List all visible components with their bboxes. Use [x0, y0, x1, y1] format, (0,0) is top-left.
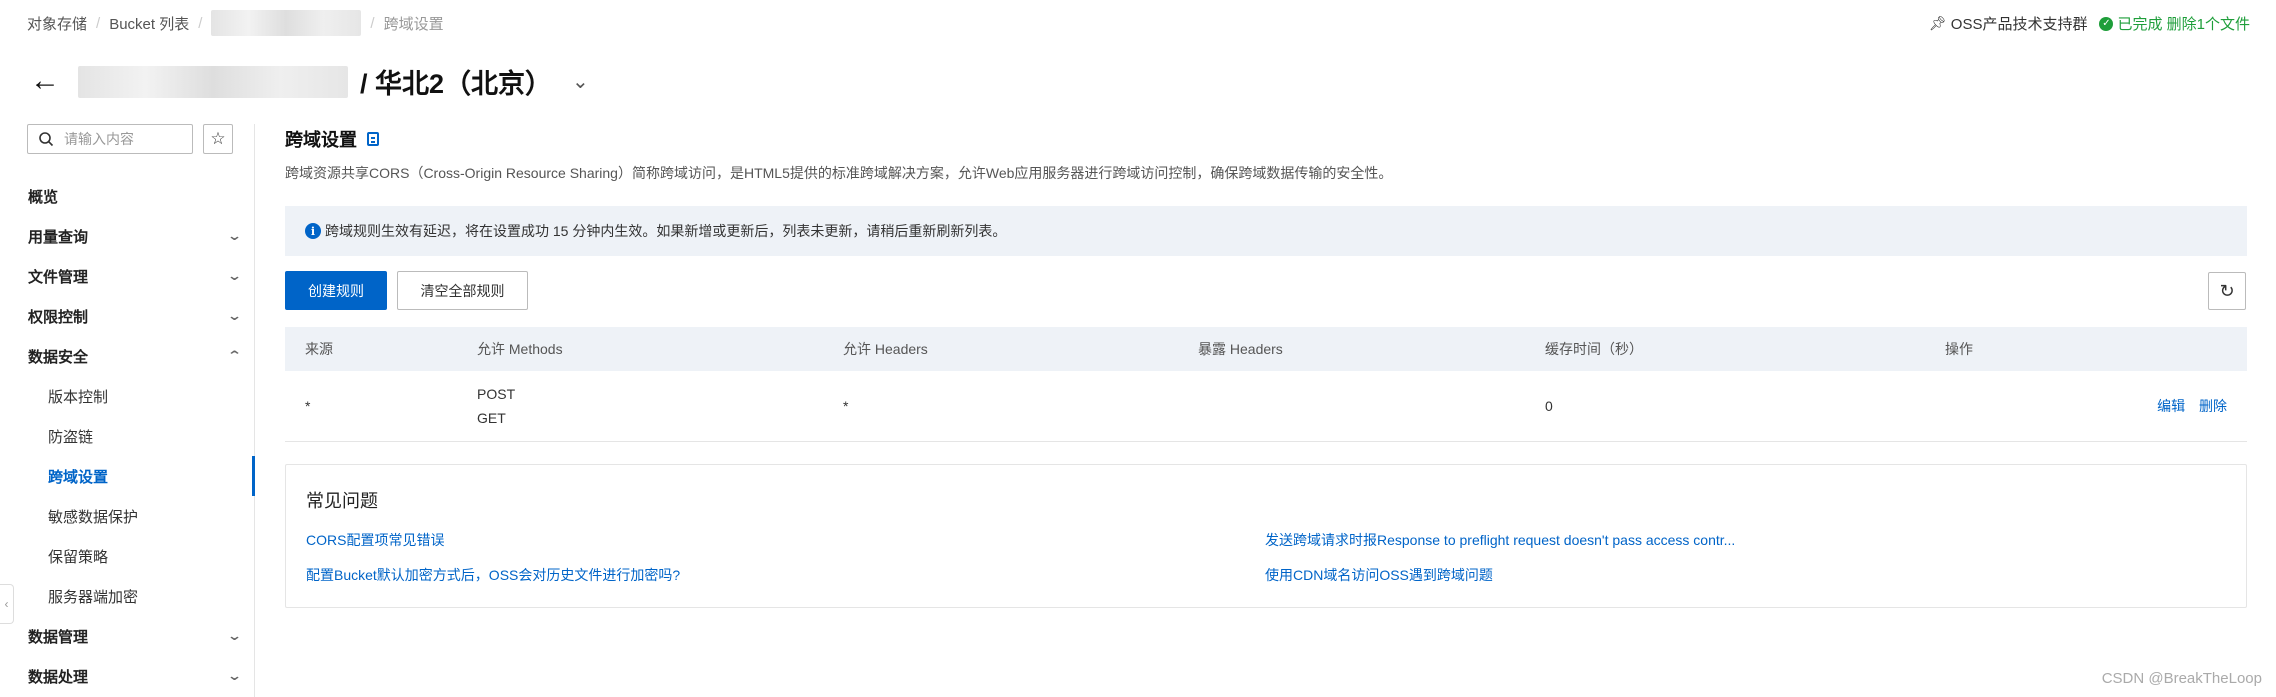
sidebar-item-hotlink[interactable]: 防盗链	[0, 416, 254, 456]
support-group-link[interactable]: OSS产品技术支持群	[1951, 13, 2088, 34]
sidebar-nav: 概览 用量查询 ⌄ 文件管理 ⌄ 权限控制 ⌄ 数据安全 ⌃ 版本控制 防盗链 跨域设置…	[0, 176, 254, 696]
chevron-down-icon: ⌄	[226, 228, 243, 243]
task-status[interactable]: 已完成 删除1个文件	[2117, 13, 2250, 34]
sidebar-item-label: 版本控制	[48, 388, 109, 406]
faq-link[interactable]: 使用CDN域名访问OSS遇到跨域问题	[1265, 565, 1493, 585]
clear-all-rules-button[interactable]: 清空全部规则	[397, 271, 528, 310]
redacted-bucket-name	[211, 10, 362, 36]
sidebar-item-sensitive-data[interactable]: 敏感数据保护	[0, 496, 254, 536]
back-arrow-icon[interactable]: ←	[30, 66, 60, 96]
table-header-row: 来源 允许 Methods 允许 Headers 暴露 Headers 缓存时间…	[285, 327, 2247, 371]
faq-link[interactable]: 配置Bucket默认加密方式后，OSS会对历史文件进行加密吗?	[306, 565, 680, 585]
sidebar-item-label: 概览	[28, 188, 59, 206]
search-input[interactable]	[64, 131, 184, 147]
search-icon	[39, 132, 54, 147]
notice-text: 跨域规则生效有延迟，将在设置成功 15 分钟内生效。如果新增或更新后，列表未更新…	[325, 223, 1007, 239]
sidebar-item-label: 保留策略	[48, 548, 109, 566]
chevron-down-icon: ⌄	[226, 628, 243, 643]
column-header-origin: 来源	[285, 327, 477, 371]
active-indicator	[252, 456, 255, 496]
notice-banner: i 跨域规则生效有延迟，将在设置成功 15 分钟内生效。如果新增或更新后，列表未…	[285, 206, 2247, 256]
sidebar-search	[27, 124, 193, 154]
page-header: / 华北2（北京） ⌄	[78, 62, 589, 101]
sidebar-item-label: 服务器端加密	[48, 588, 139, 606]
cell-origin: *	[285, 371, 477, 442]
sidebar-collapse-icon[interactable]: ‹	[0, 584, 14, 624]
sidebar-item-label: 数据安全	[28, 348, 89, 366]
column-header-expose-headers: 暴露 Headers	[1198, 327, 1545, 371]
sidebar-item-permissions[interactable]: 权限控制 ⌄	[0, 296, 254, 336]
sidebar-item-label: 防盗链	[48, 428, 94, 446]
breadcrumb-item-oss[interactable]: 对象存储	[27, 13, 87, 34]
chevron-down-icon[interactable]: ⌄	[572, 69, 589, 94]
task-status-detail: 删除1个文件	[2166, 16, 2250, 33]
method-value: POST	[477, 385, 516, 402]
breadcrumb: 对象存储 / Bucket 列表 / / 跨域设置	[27, 10, 444, 36]
sidebar-item-label: 跨域设置	[48, 468, 109, 486]
refresh-icon[interactable]: ↻	[2208, 272, 2246, 310]
sidebar-item-encryption[interactable]: 服务器端加密	[0, 576, 254, 616]
chevron-down-icon: ⌄	[226, 668, 243, 683]
chevron-down-icon: ⌄	[226, 268, 243, 283]
column-header-allow-headers: 允许 Headers	[843, 327, 1198, 371]
sidebar-item-label: 数据处理	[28, 668, 89, 686]
sidebar-item-cors[interactable]: 跨域设置	[0, 456, 254, 496]
sidebar-item-label: 权限控制	[28, 308, 89, 326]
breadcrumb-item-bucket-list[interactable]: Bucket 列表	[109, 13, 189, 34]
info-icon: i	[305, 223, 321, 239]
sidebar-item-label: 用量查询	[28, 228, 89, 246]
document-icon[interactable]	[367, 132, 379, 146]
method-value: GET	[477, 409, 506, 426]
breadcrumb-separator: /	[370, 14, 375, 32]
sidebar-item-versioning[interactable]: 版本控制	[0, 376, 254, 416]
sidebar-item-retention[interactable]: 保留策略	[0, 536, 254, 576]
sidebar-item-usage[interactable]: 用量查询 ⌄	[0, 216, 254, 256]
breadcrumb-separator: /	[96, 14, 101, 32]
sidebar-divider	[254, 124, 255, 697]
breadcrumb-current: 跨域设置	[383, 15, 444, 33]
top-right-bar: 📌︎ OSS产品技术支持群 ✓ 已完成 删除1个文件	[1929, 13, 2250, 34]
cell-actions: 编辑 删除	[1945, 371, 2247, 442]
cell-expose-headers	[1198, 371, 1545, 442]
star-icon[interactable]: ☆	[203, 124, 233, 154]
section-title-text: 跨域设置	[285, 130, 357, 150]
sidebar-item-data-management[interactable]: 数据管理 ⌄	[0, 616, 254, 656]
check-circle-icon: ✓	[2099, 16, 2114, 31]
cell-methods: POST GET	[477, 371, 843, 442]
breadcrumb-separator: /	[198, 14, 203, 32]
sidebar-item-files[interactable]: 文件管理 ⌄	[0, 256, 254, 296]
faq-link[interactable]: 发送跨域请求时报Response to preflight request do…	[1265, 530, 1735, 550]
faq-link[interactable]: CORS配置项常见错误	[306, 530, 444, 550]
page-title: / 华北2（北京）	[360, 69, 553, 99]
column-header-actions: 操作	[1945, 327, 2247, 371]
sidebar-item-data-security[interactable]: 数据安全 ⌃	[0, 336, 254, 376]
cell-allow-headers: *	[843, 371, 1198, 442]
section-title: 跨域设置	[285, 126, 379, 152]
redacted-bucket-title	[78, 65, 348, 98]
watermark: CSDN @BreakTheLoop	[2101, 670, 2262, 687]
chevron-up-icon: ⌃	[226, 348, 243, 363]
section-description: 跨域资源共享CORS（Cross-Origin Resource Sharing…	[285, 165, 1393, 181]
sidebar-item-label: 敏感数据保护	[48, 508, 139, 526]
edit-link[interactable]: 编辑	[2157, 398, 2185, 414]
cell-max-age: 0	[1545, 371, 1945, 442]
delete-link[interactable]: 删除	[2199, 398, 2227, 414]
pin-icon: 📌︎	[1929, 15, 1947, 31]
chevron-down-icon: ⌄	[226, 308, 243, 323]
create-rule-button[interactable]: 创建规则	[285, 271, 387, 310]
sidebar-item-label: 数据管理	[28, 628, 89, 646]
table-row: * POST GET * 0 编辑 删除	[285, 371, 2247, 442]
faq-panel: 常见问题 CORS配置项常见错误 发送跨域请求时报Response to pre…	[285, 464, 2247, 608]
faq-title: 常见问题	[306, 491, 378, 511]
sidebar-item-overview[interactable]: 概览	[0, 176, 254, 216]
sidebar-item-label: 文件管理	[28, 268, 89, 286]
sidebar-item-data-processing[interactable]: 数据处理 ⌄	[0, 656, 254, 696]
column-header-max-age: 缓存时间（秒）	[1545, 327, 1945, 371]
cors-rules-table: 来源 允许 Methods 允许 Headers 暴露 Headers 缓存时间…	[285, 327, 2247, 442]
column-header-methods: 允许 Methods	[477, 327, 843, 371]
task-status-label: 已完成	[2117, 16, 2163, 33]
